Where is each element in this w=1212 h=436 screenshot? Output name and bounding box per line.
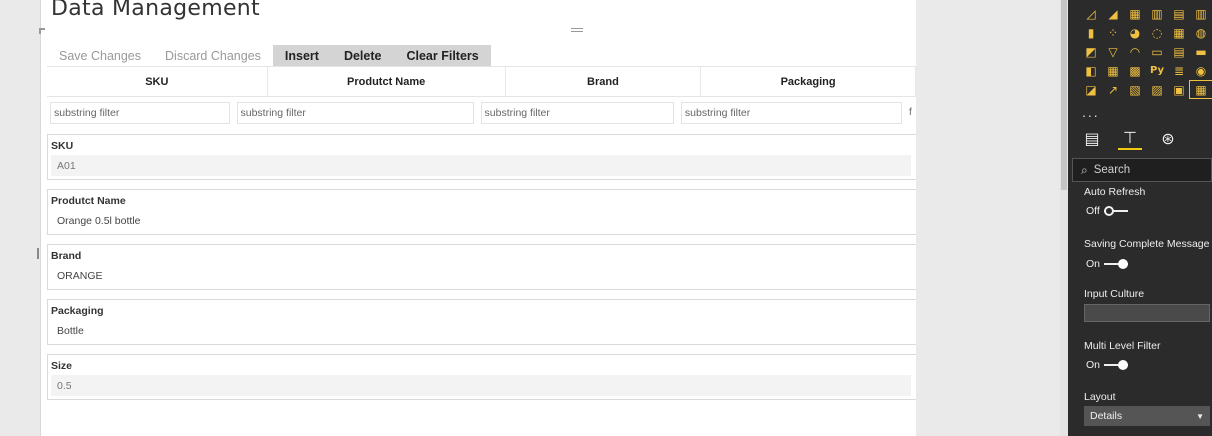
detail-label: Produtct Name [51,195,126,207]
detail-label: Brand [51,250,82,262]
donut-chart-icon[interactable]: ◌ [1146,24,1168,41]
multi-level-filter-label: Multi Level Filter [1084,340,1161,352]
clear-filters-button[interactable]: Clear Filters [393,45,491,67]
detail-value[interactable]: Bottle [51,320,911,341]
column-header-product-name[interactable]: Produtct Name [268,67,506,96]
packaging-filter-input[interactable] [680,102,903,124]
paginated-icon[interactable]: ▣ [1168,81,1190,98]
search-input[interactable]: ⌕ Search [1072,158,1212,182]
treemap-icon[interactable]: ▦ [1168,24,1190,41]
multi-row-card-icon[interactable]: ▤ [1168,43,1190,60]
format-paint-roller-icon[interactable]: ⊤ [1118,126,1142,150]
grid-toolbar: Save Changes Discard Changes Insert Dele… [47,45,491,67]
column-header-brand[interactable]: Brand [506,67,702,96]
matrix-icon[interactable]: ▩ [1124,62,1146,79]
scrollbar-thumb[interactable] [1061,0,1067,190]
search-icon: ⌕ [1081,162,1088,177]
sku-filter-input[interactable] [50,102,230,124]
search-placeholder: Search [1093,164,1131,176]
more-visuals-button[interactable]: ... [1082,104,1100,120]
gauge-icon[interactable]: ◠ [1124,43,1146,60]
scatter-chart-icon[interactable]: ⁘ [1102,24,1124,41]
detail-card-size: Size 0.5 [47,354,916,400]
stacked-area-icon[interactable]: ◢ [1102,5,1124,22]
custom-visual-icon[interactable]: ◪ [1080,81,1102,98]
funnel-chart-icon[interactable]: ▽ [1102,43,1124,60]
pane-tabs: ▤ ⊤ ⊛ [1080,126,1180,150]
save-changes-button[interactable]: Save Changes [47,45,154,67]
resize-handle[interactable] [37,248,39,259]
detail-value[interactable]: A01 [51,155,911,176]
grid-header: SKU Produtct Name Brand Packaging [47,67,916,97]
page-title: Data Management [51,0,260,21]
input-culture-label: Input Culture [1084,288,1145,300]
area-chart-icon[interactable]: ◿ [1080,5,1102,22]
column-header-packaging[interactable]: Packaging [701,67,916,96]
detail-form: SKU A01 Produtct Name Orange 0.5l bottle… [47,134,916,409]
format-panel: ◿ ◢ ▦ ▥ ▤ ▥ ▮ ⁘ ◕ ◌ ▦ ◍ ◩ ▽ ◠ ▭ ▤ ▬ ◧ ▦ … [1068,0,1212,436]
size-filter-input[interactable]: f [906,98,916,130]
saving-complete-label: Saving Complete Message [1084,238,1210,250]
detail-card-product-name: Produtct Name Orange 0.5l bottle [47,189,916,235]
detail-label: Packaging [51,305,104,317]
column-header-sku[interactable]: SKU [47,67,268,96]
fields-tab-icon[interactable]: ▤ [1080,126,1104,150]
detail-value[interactable]: Orange 0.5l bottle [51,210,911,231]
toggle-state: On [1086,258,1101,270]
kpi-icon[interactable]: ▬ [1190,43,1212,60]
report-canvas: Data Management Save Changes Discard Cha… [39,0,916,436]
bar-chart-icon[interactable]: ▮ [1080,24,1102,41]
table-icon[interactable]: ▦ [1102,62,1124,79]
qa-visual-icon[interactable]: ▧ [1124,81,1146,98]
saving-complete-toggle[interactable]: On [1086,258,1129,270]
pie-chart-icon[interactable]: ◕ [1124,24,1146,41]
detail-label: Size [51,360,73,372]
detail-card-brand: Brand ORANGE [47,244,916,290]
card-icon[interactable]: ▭ [1146,43,1168,60]
toggle-off-icon[interactable] [1103,206,1128,216]
chevron-down-icon: ▼ [1196,411,1204,421]
arcgis-map-icon[interactable]: ◉ [1190,62,1212,79]
line-custom-icon[interactable]: ↗ [1102,81,1124,98]
narrative-icon[interactable]: ▨ [1146,81,1168,98]
toggle-on-icon[interactable] [1104,259,1129,269]
multi-level-filter-toggle[interactable]: On [1086,359,1129,371]
slicer-icon[interactable]: ◧ [1080,62,1102,79]
detail-card-packaging: Packaging Bottle [47,299,916,345]
waterfall-chart-icon[interactable]: ▥ [1146,5,1168,22]
detail-card-sku: SKU A01 [47,134,916,180]
auto-refresh-label: Auto Refresh [1084,186,1146,198]
layout-label: Layout [1084,391,1116,403]
toggle-state: Off [1086,205,1100,217]
ribbon-chart-icon[interactable]: ▦ [1124,5,1146,22]
toggle-on-icon[interactable] [1104,360,1129,370]
drag-grip-icon[interactable] [571,28,583,34]
analytics-magnifier-icon[interactable]: ⊛ [1156,126,1180,150]
column-chart-icon[interactable]: ▥ [1190,5,1212,22]
delete-button[interactable]: Delete [330,45,394,67]
key-influencers-icon[interactable]: ≣ [1168,62,1190,79]
detail-label: SKU [51,140,74,152]
insert-button[interactable]: Insert [272,45,331,67]
toggle-state: On [1086,359,1101,371]
auto-refresh-toggle[interactable]: Off [1086,205,1128,217]
filter-row: f [47,98,916,130]
resize-corner-icon[interactable] [39,28,45,34]
input-culture-field[interactable] [1084,304,1210,322]
filled-map-icon[interactable]: ◩ [1080,43,1102,60]
discard-changes-button[interactable]: Discard Changes [153,45,273,67]
product-name-filter-input[interactable] [236,102,474,124]
data-management-visual-icon[interactable]: ▦ [1189,80,1212,99]
python-visual-icon[interactable]: Py [1146,62,1168,79]
detail-value[interactable]: ORANGE [51,265,911,286]
globe-map-icon[interactable]: ◍ [1190,24,1212,41]
funnel-icon[interactable]: ▤ [1168,5,1190,22]
brand-filter-input[interactable] [480,102,674,124]
detail-value[interactable]: 0.5 [51,375,911,396]
visualizations-grid: ◿ ◢ ▦ ▥ ▤ ▥ ▮ ⁘ ◕ ◌ ▦ ◍ ◩ ▽ ◠ ▭ ▤ ▬ ◧ ▦ … [1080,4,1212,99]
layout-dropdown[interactable]: Details ▼ [1084,406,1210,426]
layout-selected-value: Details [1090,410,1123,422]
